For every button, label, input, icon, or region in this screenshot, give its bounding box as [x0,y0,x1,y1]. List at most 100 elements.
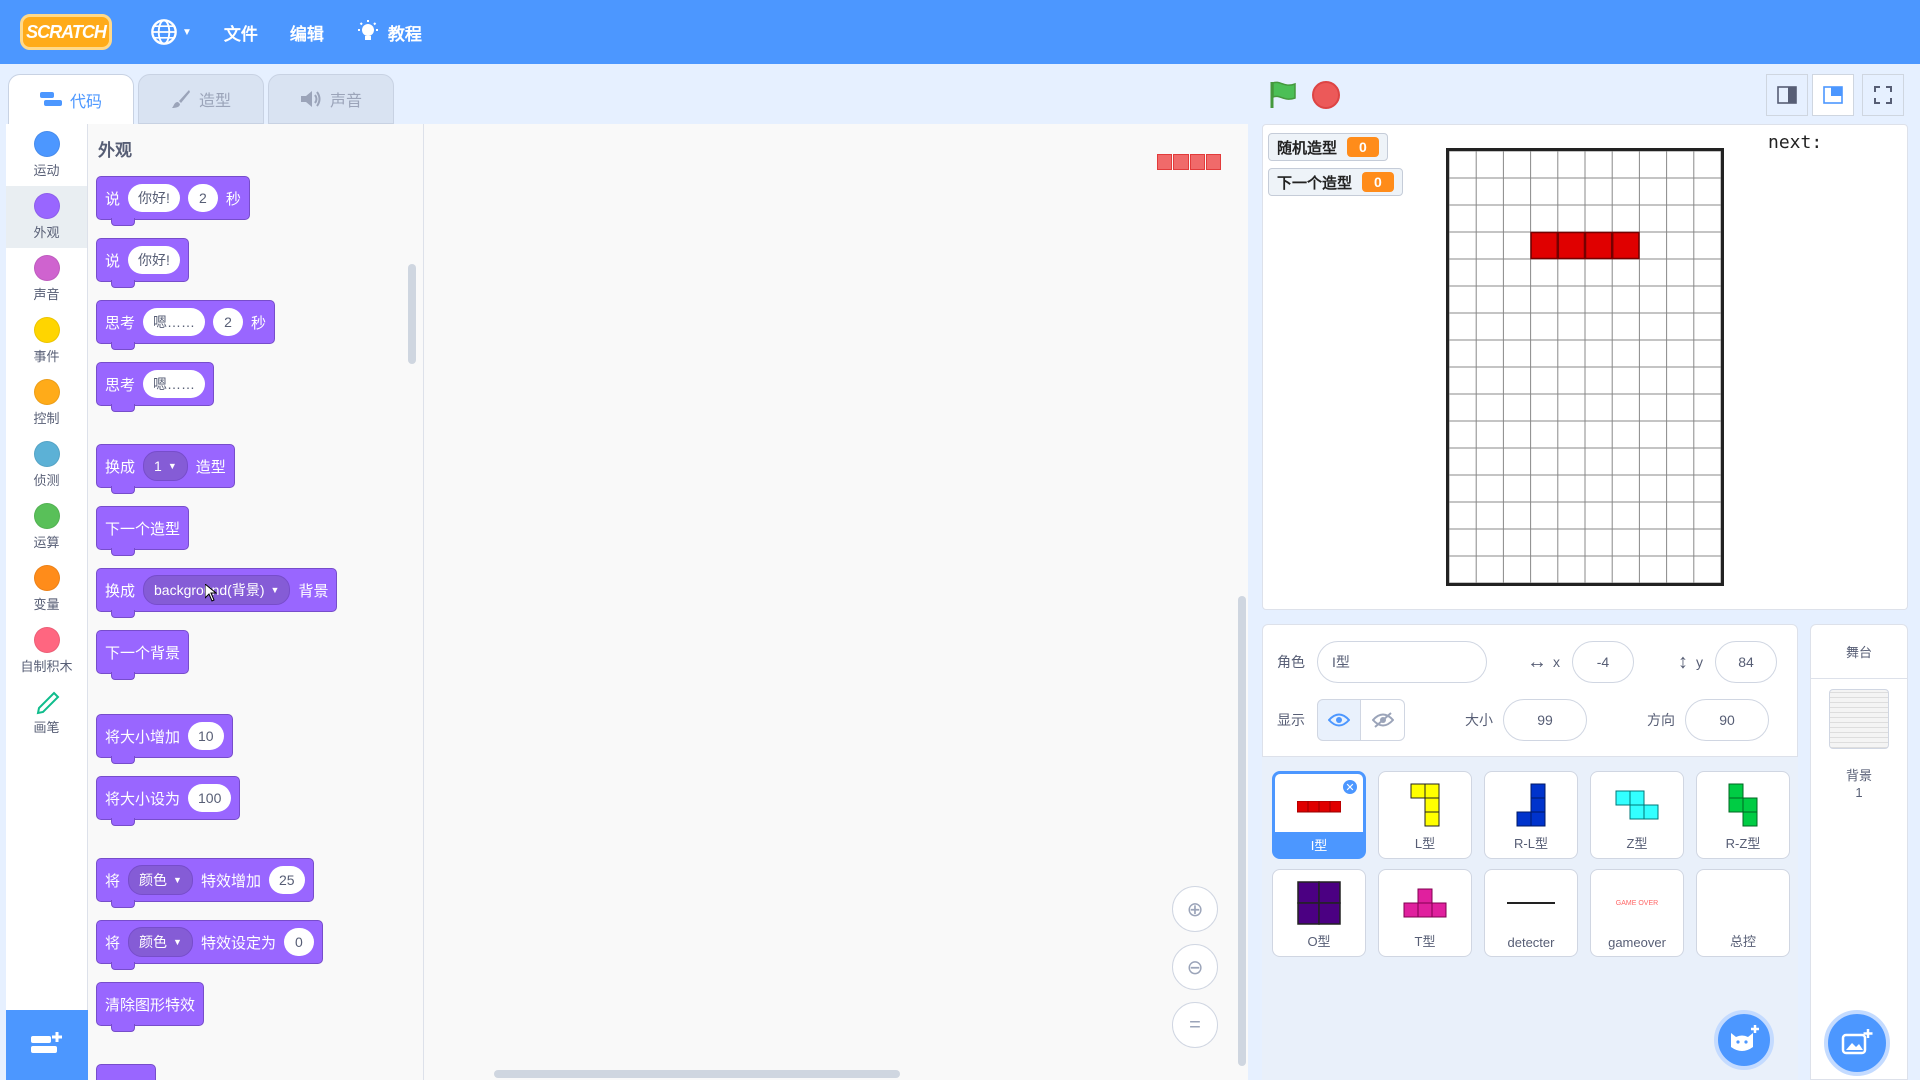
y-input[interactable]: 84 [1715,641,1777,683]
category-events[interactable]: 事件 [6,310,87,372]
category-label: 侦测 [33,473,60,488]
stage-title: 舞台 [1811,625,1907,679]
normal-stage-button[interactable] [1812,74,1854,116]
variable-monitor[interactable]: 下一个造型 0 [1268,168,1403,196]
sprite-name-input[interactable]: I型 [1317,641,1487,683]
think-block[interactable]: 思考 嗯…… [96,362,215,412]
set-effect-input[interactable]: 0 [283,928,314,956]
category-motion[interactable]: 运动 [6,124,87,186]
change-effect-input[interactable]: 25 [268,866,305,894]
category-my-blocks[interactable]: 自制积木 [6,620,87,682]
sprite-tile[interactable]: R-L型 [1484,771,1578,859]
y-label: y [1696,654,1703,670]
sprite-label: 角色 [1277,654,1305,670]
effect-dropdown[interactable]: 颜色 ▼ [128,927,193,957]
brush-icon [171,90,190,108]
vertical-scrollbar[interactable] [1238,596,1246,1066]
category-pen[interactable]: 画笔 [6,682,87,744]
sprite-tile[interactable]: 总控 [1696,869,1790,957]
tab-sounds[interactable]: 声音 [268,74,394,124]
category-label: 自制积木 [20,659,73,674]
size-input[interactable]: 99 [1503,699,1587,741]
set-size-block[interactable]: 将大小设为 100 [96,776,241,826]
say-block[interactable]: 说 你好! [96,238,189,288]
language-menu[interactable]: ▼ [134,0,208,64]
say-for-secs-block[interactable]: 说 你好! 2 秒 [96,176,250,226]
costume-dropdown[interactable]: 1 ▼ [143,451,188,481]
x-input[interactable]: -4 [1572,641,1634,683]
sprite-name: 总控 [1729,934,1756,949]
sprite-thumbnail [1697,780,1789,830]
chevron-down-icon: ▼ [182,26,192,38]
variable-monitor[interactable]: 随机造型 0 [1268,133,1388,161]
tutorials-menu[interactable]: 教程 [340,0,438,64]
file-menu[interactable]: 文件 [208,0,274,64]
add-extension-button[interactable] [6,1010,88,1080]
palette-scrollbar[interactable] [408,264,416,364]
scratch-logo[interactable]: SCRATCH [20,14,112,50]
change-effect-block[interactable]: 将 颜色 ▼ 特效增加 25 [96,858,314,908]
category-variables[interactable]: 变量 [6,558,87,620]
zoom-in-button[interactable]: ⊕ [1172,886,1218,932]
delete-sprite-icon[interactable]: ✕ [1341,778,1359,796]
block-label: 思考 [105,314,136,332]
zoom-reset-button[interactable]: = [1172,1002,1218,1048]
horizontal-scrollbar[interactable] [494,1070,900,1078]
change-size-input[interactable]: 10 [188,722,224,750]
sprite-tile[interactable]: L型 [1378,771,1472,859]
category-sensing[interactable]: 侦测 [6,434,87,496]
switch-costume-block[interactable]: 换成 1 ▼ 造型 [96,444,235,494]
add-extension-icon [31,1032,62,1053]
active-piece-cell [1557,231,1586,260]
think-for-secs-block[interactable]: 思考 嗯…… 2 秒 [96,300,276,350]
sprite-tile[interactable]: T型 [1378,869,1472,957]
sprite-name: gameover [1608,935,1666,950]
tab-code[interactable]: 代码 [8,74,134,124]
zoom-out-button[interactable]: ⊖ [1172,944,1218,990]
green-flag-button[interactable] [1268,80,1298,110]
direction-input[interactable]: 90 [1685,699,1769,741]
tutorials-label: 教程 [387,24,422,44]
sprite-tile[interactable]: detecter [1484,869,1578,957]
add-backdrop-button[interactable] [1824,1010,1890,1076]
hide-sprite-button[interactable] [1361,699,1405,741]
category-control[interactable]: 控制 [6,372,87,434]
block-label: 将大小设为 [105,790,181,808]
say-secs-input[interactable]: 2 [187,184,218,212]
next-backdrop-block[interactable]: 下一个背景 [96,630,190,680]
normal-stage-icon [1823,86,1843,104]
sprite-tile[interactable]: Z型 [1590,771,1684,859]
stop-button[interactable] [1312,81,1340,109]
image-plus-icon [1841,1029,1873,1055]
category-looks[interactable]: 外观 [6,186,87,248]
block-label: 将大小增加 [105,728,181,746]
think-text-input[interactable]: 嗯…… [143,370,206,398]
next-costume-block[interactable]: 下一个造型 [96,506,190,556]
edit-menu[interactable]: 编辑 [274,0,340,64]
direction-label: 方向 [1647,712,1675,728]
think-text-input[interactable]: 嗯…… [143,308,206,336]
set-size-input[interactable]: 100 [188,784,232,812]
say-text-input[interactable]: 你好! [128,184,180,212]
sprite-tile[interactable]: ✕ I型 [1272,771,1366,859]
say-text-input[interactable]: 你好! [128,246,180,274]
fullscreen-button[interactable] [1862,74,1904,116]
small-stage-button[interactable] [1766,74,1808,116]
category-sound[interactable]: 声音 [6,248,87,310]
change-size-block[interactable]: 将大小增加 10 [96,714,233,764]
show-sprite-button[interactable] [1317,699,1361,741]
partial-block[interactable] [96,1064,156,1080]
category-operators[interactable]: 运算 [6,496,87,558]
clear-effects-block[interactable]: 清除图形特效 [96,982,205,1032]
sprite-tile[interactable]: GAME OVER gameover [1590,869,1684,957]
script-block-preview[interactable] [1157,154,1221,170]
gameover-thumbnail-text: GAME OVER [1615,899,1659,907]
sprite-tile[interactable]: R-Z型 [1696,771,1790,859]
add-sprite-button[interactable] [1714,1010,1774,1070]
sprite-tile[interactable]: O型 [1272,869,1366,957]
tab-costumes[interactable]: 造型 [138,74,264,124]
set-effect-block[interactable]: 将 颜色 ▼ 特效设定为 0 [96,920,323,970]
script-area[interactable] [424,124,1248,1080]
effect-dropdown[interactable]: 颜色 ▼ [128,865,193,895]
think-secs-input[interactable]: 2 [213,308,244,336]
